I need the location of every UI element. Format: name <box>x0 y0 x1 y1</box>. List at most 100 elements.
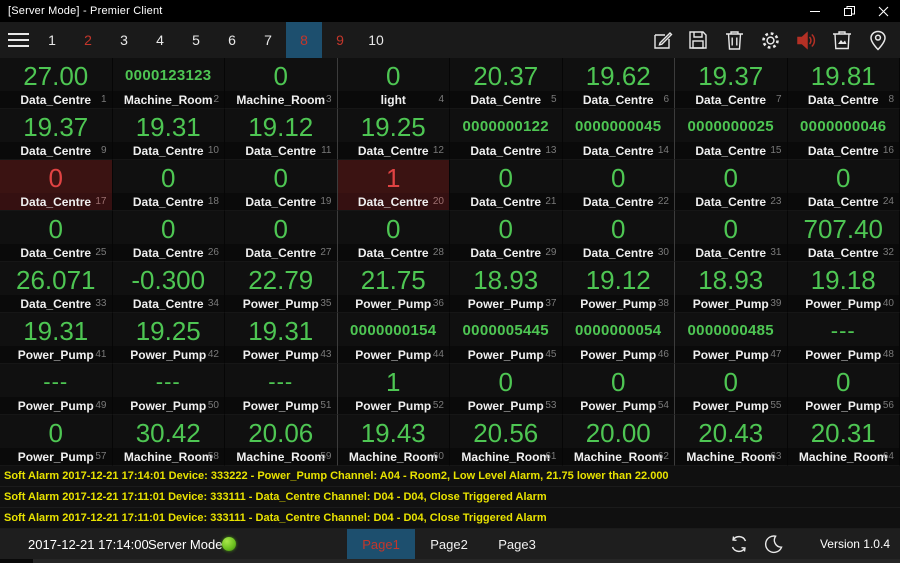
maximize-restore-button[interactable] <box>832 0 866 22</box>
data-tile-41[interactable]: 19.31 Power_Pump 41 <box>0 313 113 364</box>
toolbar-tab-1[interactable]: 1 <box>34 22 70 58</box>
data-tile-34[interactable]: -0.300 Data_Centre 34 <box>112 262 225 313</box>
tile-index: 39 <box>770 298 782 309</box>
data-tile-18[interactable]: 0 Data_Centre 18 <box>112 160 225 211</box>
data-tile-43[interactable]: 19.31 Power_Pump 43 <box>225 313 338 364</box>
data-tile-57[interactable]: 0 Power_Pump 57 <box>0 415 113 466</box>
data-tile-60[interactable]: 19.43 Machine_Room 60 <box>337 415 450 466</box>
data-tile-63[interactable]: 20.43 Machine_Room 63 <box>675 415 788 466</box>
data-tile-35[interactable]: 22.79 Power_Pump 35 <box>225 262 338 313</box>
data-tile-50[interactable]: --- Power_Pump 50 <box>112 364 225 415</box>
data-tile-62[interactable]: 20.00 Machine_Room 62 <box>562 415 675 466</box>
edit-icon[interactable] <box>644 22 680 58</box>
data-tile-13[interactable]: 0000000122 Data_Centre 13 <box>450 109 563 160</box>
data-tile-1[interactable]: 27.00 Data_Centre 1 <box>0 58 113 109</box>
data-tile-56[interactable]: 0 Power_Pump 56 <box>787 364 900 415</box>
data-tile-20[interactable]: 1 Data_Centre 20 <box>337 160 450 211</box>
data-tile-7[interactable]: 19.37 Data_Centre 7 <box>675 58 788 109</box>
data-tile-42[interactable]: 19.25 Power_Pump 42 <box>112 313 225 364</box>
data-tile-36[interactable]: 21.75 Power_Pump 36 <box>337 262 450 313</box>
data-tile-10[interactable]: 19.31 Data_Centre 10 <box>112 109 225 160</box>
data-tile-37[interactable]: 18.93 Power_Pump 37 <box>450 262 563 313</box>
data-tile-14[interactable]: 0000000045 Data_Centre 14 <box>562 109 675 160</box>
data-tile-39[interactable]: 18.93 Power_Pump 39 <box>675 262 788 313</box>
data-tile-31[interactable]: 0 Data_Centre 31 <box>675 211 788 262</box>
data-tile-21[interactable]: 0 Data_Centre 21 <box>450 160 563 211</box>
data-tile-28[interactable]: 0 Data_Centre 28 <box>337 211 450 262</box>
toolbar-tab-6[interactable]: 6 <box>214 22 250 58</box>
data-tile-5[interactable]: 20.37 Data_Centre 5 <box>450 58 563 109</box>
data-tile-6[interactable]: 19.62 Data_Centre 6 <box>562 58 675 109</box>
tile-index: 32 <box>882 247 894 258</box>
close-button[interactable] <box>866 0 900 22</box>
data-tile-40[interactable]: 19.18 Power_Pump 40 <box>787 262 900 313</box>
data-tile-58[interactable]: 30.42 Machine_Room 58 <box>112 415 225 466</box>
tile-index: 36 <box>432 298 444 309</box>
data-tile-23[interactable]: 0 Data_Centre 23 <box>675 160 788 211</box>
data-tile-51[interactable]: --- Power_Pump 51 <box>225 364 338 415</box>
data-tile-59[interactable]: 20.06 Machine_Room 59 <box>225 415 338 466</box>
data-tile-52[interactable]: 1 Power_Pump 52 <box>337 364 450 415</box>
data-tile-53[interactable]: 0 Power_Pump 53 <box>450 364 563 415</box>
data-tile-49[interactable]: --- Power_Pump 49 <box>0 364 113 415</box>
data-tile-8[interactable]: 19.81 Data_Centre 8 <box>787 58 900 109</box>
data-tile-19[interactable]: 0 Data_Centre 19 <box>225 160 338 211</box>
data-tile-2[interactable]: 0000123123 Machine_Room 2 <box>112 58 225 109</box>
toolbar-tab-3[interactable]: 3 <box>106 22 142 58</box>
data-tile-27[interactable]: 0 Data_Centre 27 <box>225 211 338 262</box>
tile-label: Data_Centre <box>582 92 654 107</box>
toolbar-tab-5[interactable]: 5 <box>178 22 214 58</box>
data-tile-48[interactable]: --- Power_Pump 48 <box>787 313 900 364</box>
delete-icon[interactable] <box>716 22 752 58</box>
tile-label: Machine_Room <box>573 449 663 464</box>
toolbar-tab-7[interactable]: 7 <box>250 22 286 58</box>
location-icon[interactable] <box>860 22 896 58</box>
data-tile-24[interactable]: 0 Data_Centre 24 <box>787 160 900 211</box>
data-tile-16[interactable]: 0000000046 Data_Centre 16 <box>787 109 900 160</box>
data-tile-11[interactable]: 19.12 Data_Centre 11 <box>225 109 338 160</box>
toolbar-tab-8[interactable]: 8 <box>286 22 322 58</box>
data-tile-26[interactable]: 0 Data_Centre 26 <box>112 211 225 262</box>
data-tile-44[interactable]: 0000000154 Power_Pump 44 <box>337 313 450 364</box>
settings-icon[interactable] <box>752 22 788 58</box>
toolbar-tab-10[interactable]: 10 <box>358 22 394 58</box>
toolbar-tab-9[interactable]: 9 <box>322 22 358 58</box>
data-tile-38[interactable]: 19.12 Power_Pump 38 <box>562 262 675 313</box>
data-tile-15[interactable]: 0000000025 Data_Centre 15 <box>675 109 788 160</box>
data-tile-32[interactable]: 707.40 Data_Centre 32 <box>787 211 900 262</box>
page-tab-page3[interactable]: Page3 <box>483 529 551 559</box>
data-tile-3[interactable]: 0 Machine_Room 3 <box>225 58 338 109</box>
page-tab-page2[interactable]: Page2 <box>415 529 483 559</box>
data-tile-33[interactable]: 26.071 Data_Centre 33 <box>0 262 113 313</box>
data-tile-30[interactable]: 0 Data_Centre 30 <box>562 211 675 262</box>
dark-mode-icon[interactable] <box>756 529 790 559</box>
tile-footer: Power_Pump 55 <box>675 397 787 414</box>
data-tile-22[interactable]: 0 Data_Centre 22 <box>562 160 675 211</box>
horizontal-scrollbar[interactable] <box>0 559 900 563</box>
data-tile-64[interactable]: 20.31 Machine_Room 64 <box>787 415 900 466</box>
page-tab-page1[interactable]: Page1 <box>347 529 415 559</box>
data-tile-25[interactable]: 0 Data_Centre 25 <box>0 211 113 262</box>
toolbar-tab-2[interactable]: 2 <box>70 22 106 58</box>
data-tile-12[interactable]: 19.25 Data_Centre 12 <box>337 109 450 160</box>
menu-icon[interactable] <box>0 22 34 58</box>
minimize-button[interactable] <box>798 0 832 22</box>
scrollbar-thumb[interactable] <box>33 559 900 563</box>
data-tile-9[interactable]: 19.37 Data_Centre 9 <box>0 109 113 160</box>
data-tile-55[interactable]: 0 Power_Pump 55 <box>675 364 788 415</box>
tile-label: Power_Pump <box>580 296 657 311</box>
toolbar-tab-4[interactable]: 4 <box>142 22 178 58</box>
tile-label: Data_Centre <box>582 194 654 209</box>
save-icon[interactable] <box>680 22 716 58</box>
data-tile-17[interactable]: 0 Data_Centre 17 <box>0 160 113 211</box>
sync-icon[interactable] <box>722 529 756 559</box>
data-tile-4[interactable]: 0 light 4 <box>337 58 450 109</box>
data-tile-46[interactable]: 0000000054 Power_Pump 46 <box>562 313 675 364</box>
data-tile-45[interactable]: 0000005445 Power_Pump 45 <box>450 313 563 364</box>
data-tile-29[interactable]: 0 Data_Centre 29 <box>450 211 563 262</box>
image-bin-icon[interactable] <box>824 22 860 58</box>
data-tile-54[interactable]: 0 Power_Pump 54 <box>562 364 675 415</box>
data-tile-47[interactable]: 0000000485 Power_Pump 47 <box>675 313 788 364</box>
data-tile-61[interactable]: 20.56 Machine_Room 61 <box>450 415 563 466</box>
sound-on-icon[interactable] <box>788 22 824 58</box>
